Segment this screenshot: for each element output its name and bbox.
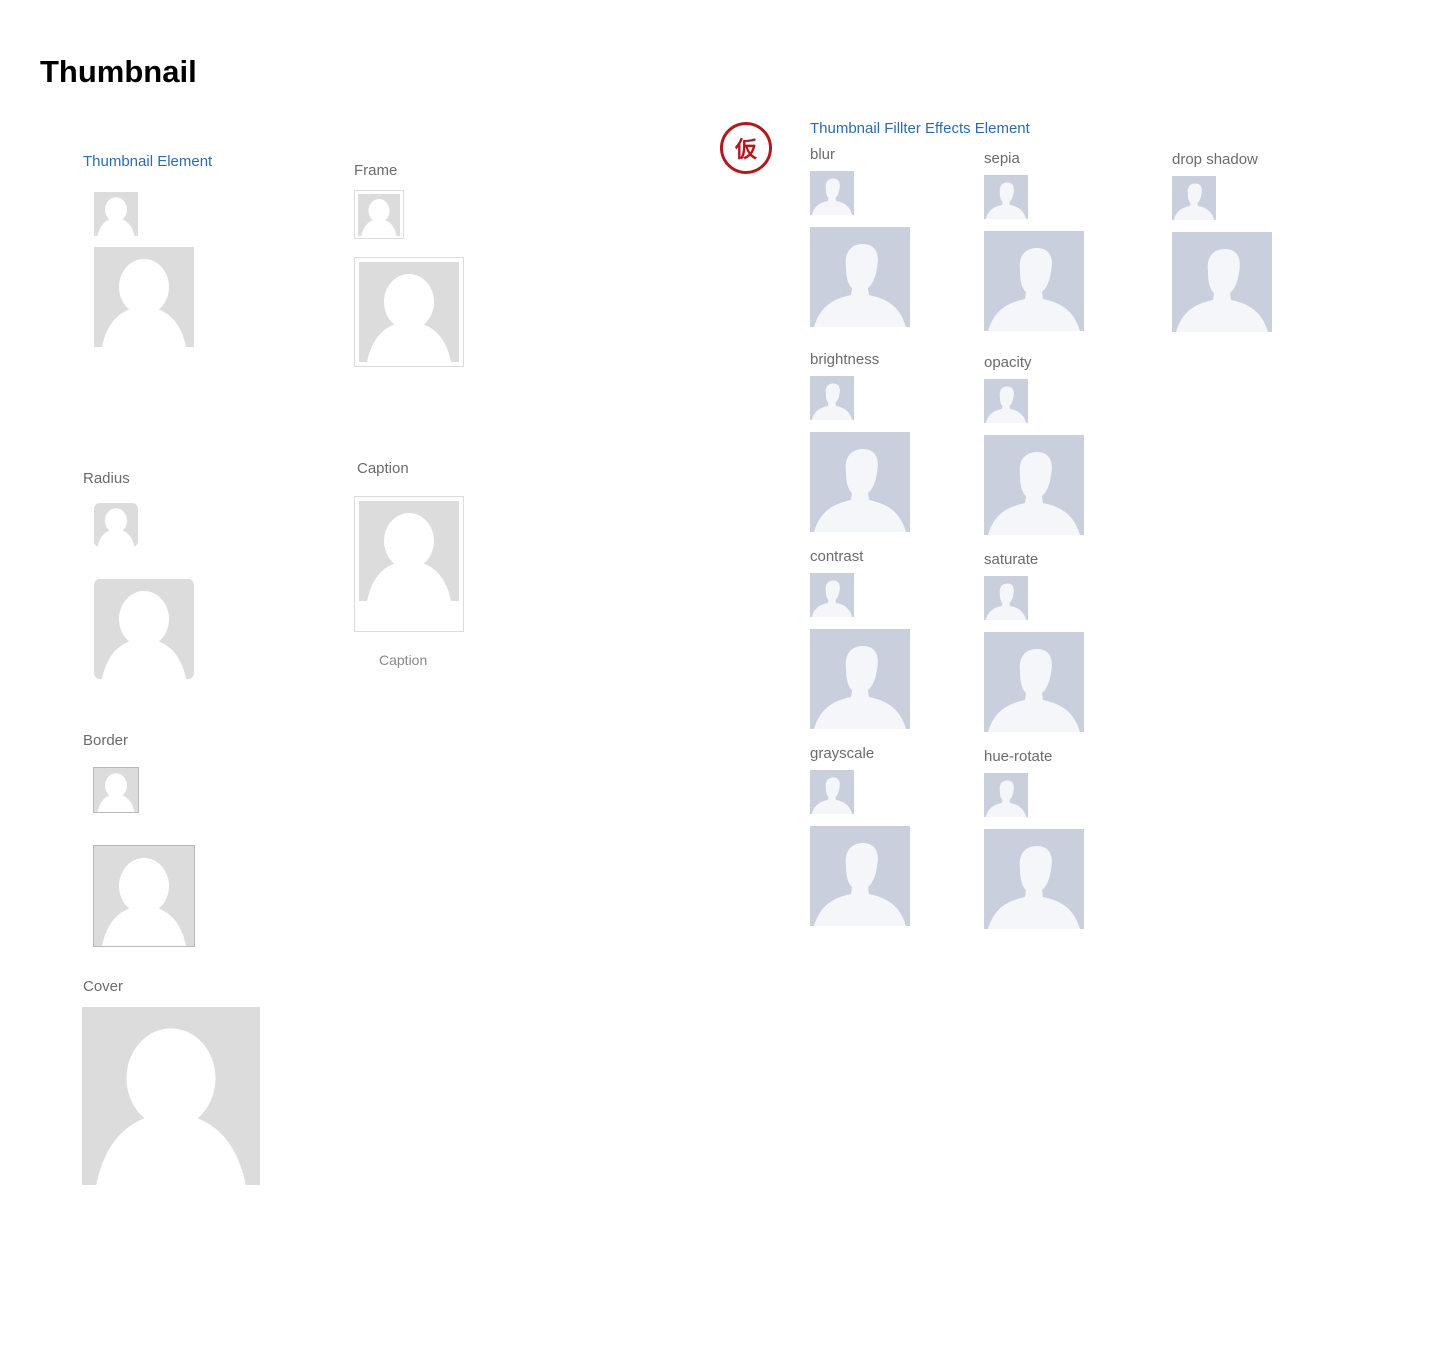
opacity-label: opacity [984, 354, 1032, 371]
avatar-silhouette-icon [984, 576, 1028, 620]
sepia-label: sepia [984, 150, 1020, 167]
avatar-silhouette-icon [984, 435, 1084, 535]
avatar-placeholder-icon [93, 845, 195, 947]
avatar-placeholder-icon [82, 1007, 260, 1185]
contrast-label: contrast [810, 548, 864, 565]
caption-card [354, 496, 464, 632]
drop-shadow-label: drop shadow [1172, 151, 1258, 168]
filter-effects-title: Thumbnail Fillter Effects Element [810, 120, 1030, 137]
avatar-placeholder-icon [94, 192, 138, 236]
avatar-placeholder-icon [94, 579, 194, 679]
avatar-placeholder-icon [359, 262, 459, 362]
avatar-silhouette-icon [984, 175, 1028, 219]
avatar-silhouette-icon [1172, 176, 1216, 220]
avatar-silhouette-icon [810, 376, 854, 420]
caption-text: Caption [379, 652, 428, 668]
thumbnail-element-title: Thumbnail Element [83, 153, 213, 170]
grayscale-label: grayscale [810, 745, 875, 762]
cover-label: Cover [83, 978, 124, 995]
avatar-silhouette-icon [810, 573, 854, 617]
avatar-silhouette-icon [810, 770, 854, 814]
avatar-silhouette-icon [984, 829, 1084, 929]
avatar-silhouette-icon [810, 227, 910, 327]
avatar-placeholder-icon [93, 767, 139, 813]
brightness-label: brightness [810, 351, 880, 368]
saturate-label: saturate [984, 551, 1039, 568]
avatar-silhouette-icon [810, 629, 910, 729]
avatar-silhouette-icon [984, 773, 1028, 817]
framed-thumbnail-large [354, 257, 464, 367]
avatar-placeholder-icon [359, 501, 459, 601]
frame-label: Frame [354, 162, 398, 179]
avatar-placeholder-icon [94, 503, 138, 547]
caption-label: Caption [357, 460, 409, 477]
blur-label: blur [810, 146, 836, 163]
avatar-silhouette-icon [810, 171, 854, 215]
framed-thumbnail-small [354, 190, 404, 239]
avatar-silhouette-icon [810, 432, 910, 532]
radius-label: Radius [83, 470, 130, 487]
page-title: Thumbnail [40, 54, 197, 89]
border-label: Border [83, 732, 129, 749]
avatar-silhouette-icon [1172, 232, 1272, 332]
avatar-placeholder-icon [94, 247, 194, 347]
avatar-silhouette-icon [984, 632, 1084, 732]
avatar-silhouette-icon [810, 826, 910, 926]
provisional-stamp: 仮 [720, 122, 772, 174]
hue-rotate-label: hue-rotate [984, 748, 1053, 765]
avatar-silhouette-icon [984, 231, 1084, 331]
avatar-placeholder-icon [358, 194, 400, 236]
avatar-silhouette-icon [984, 379, 1028, 423]
